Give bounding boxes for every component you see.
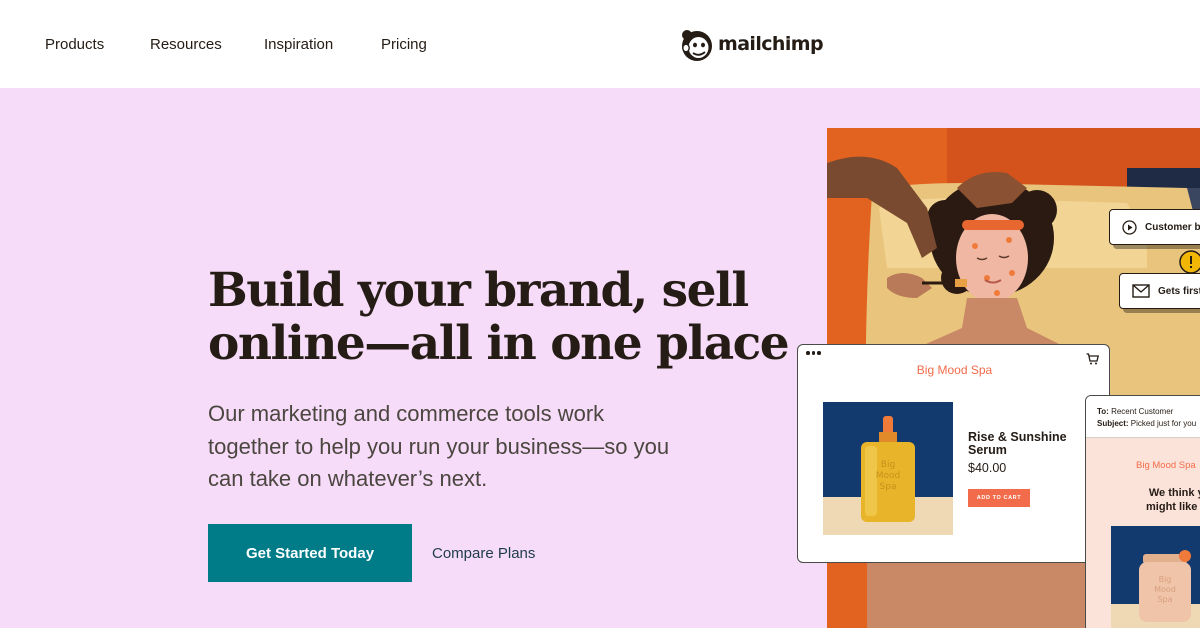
email-title-line-2: might like this: [1146, 501, 1200, 513]
jar-label-line: Spa: [1157, 595, 1172, 604]
bottle-label-line: Mood: [876, 471, 901, 481]
email-brand-name: Big Mood Spa: [1136, 460, 1196, 471]
bottle-label-line: Big: [881, 460, 895, 470]
subject-label: Subject:: [1097, 419, 1129, 428]
serum-product-image: Big Mood Spa: [823, 402, 953, 535]
customer-journey-chip: Customer b: [1109, 209, 1200, 245]
email-title: We think you might like this: [1113, 486, 1200, 514]
freddie-chimp-logo-icon: [682, 30, 712, 61]
hero-headline: Build your brand, sell online—all in one…: [208, 263, 790, 371]
jar-label-line: Mood: [1154, 585, 1176, 594]
nav-resources-link[interactable]: Resources: [150, 36, 222, 53]
email-header: To: Recent Customer Subject: Picked just…: [1086, 396, 1200, 438]
chip-label: Customer b: [1145, 221, 1200, 233]
subhead-line-3: can take on whatever’s next.: [208, 466, 488, 491]
gets-first-chip: Gets first: [1119, 273, 1200, 309]
add-to-cart-button[interactable]: ADD TO CART: [968, 489, 1030, 507]
product-jar-image: Big Mood Spa: [1111, 526, 1200, 628]
compare-plans-link[interactable]: Compare Plans: [432, 545, 535, 562]
to-label: To:: [1097, 407, 1109, 416]
window-dots-icon: [806, 351, 821, 355]
nav-products-link[interactable]: Products: [45, 36, 104, 53]
to-value: Recent Customer: [1111, 407, 1174, 416]
subhead-line-2: together to help you run your business—s…: [208, 433, 670, 459]
nav-inspiration-link[interactable]: Inspiration: [264, 36, 333, 53]
email-preview-card: To: Recent Customer Subject: Picked just…: [1085, 395, 1200, 628]
jar-label-line: Big: [1159, 575, 1172, 584]
chip-label: Gets first: [1158, 285, 1200, 297]
online-store-preview-card: Big Mood Spa Big Mood Spa Rise & Sunshin…: [797, 344, 1110, 563]
subhead-line-1: Our marketing and commerce tools work: [208, 401, 605, 426]
headline-line-2: online—all in one place: [208, 316, 790, 371]
bottle-label-line: Spa: [880, 482, 897, 492]
product-price: $40.00: [968, 461, 1007, 475]
hero-subheading: Our marketing and commerce tools work to…: [208, 398, 748, 496]
email-title-line-1: We think you: [1148, 487, 1200, 499]
email-subject-row: Subject: Picked just for you: [1097, 418, 1200, 430]
hero-section: Build your brand, sell online—all in one…: [0, 88, 1200, 628]
headline-line-1: Build your brand, sell: [208, 263, 749, 318]
logo-wordmark: mailchimp: [718, 33, 824, 55]
mailchimp-logo[interactable]: mailchimp: [680, 26, 824, 62]
play-icon: [1122, 219, 1137, 235]
get-started-button[interactable]: Get Started Today: [208, 524, 412, 582]
warning-icon: [1179, 250, 1200, 274]
product-name: Rise & Sunshine Serum: [968, 430, 1067, 457]
subject-value: Picked just for you: [1130, 419, 1197, 428]
top-navigation: Products Resources Inspiration Pricing m…: [0, 0, 1200, 88]
store-brand-name: Big Mood Spa: [916, 363, 993, 377]
email-to-row: To: Recent Customer: [1097, 406, 1200, 418]
nav-pricing-link[interactable]: Pricing: [381, 36, 427, 53]
email-icon: [1132, 284, 1150, 298]
